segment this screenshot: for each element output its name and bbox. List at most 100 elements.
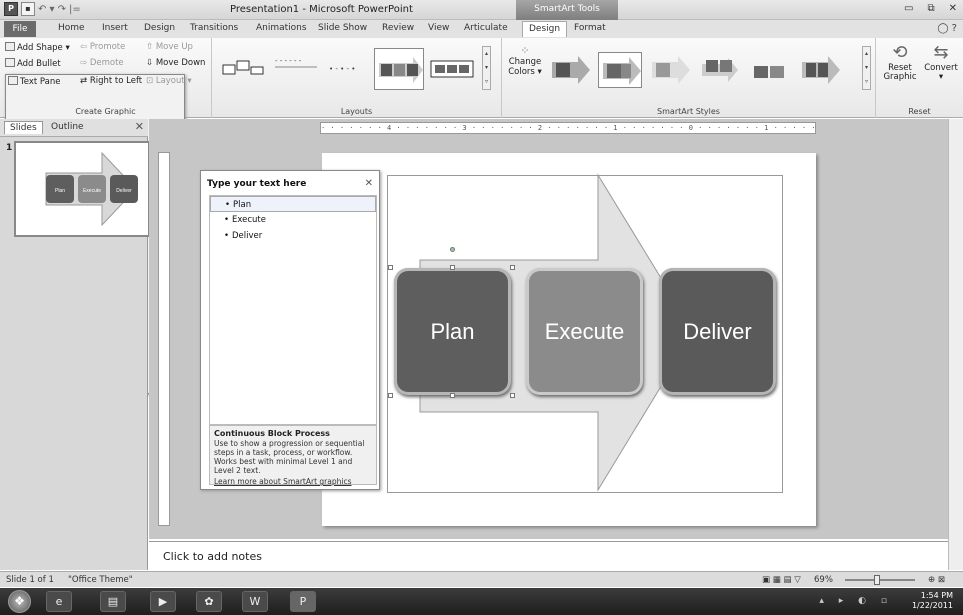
tab-transitions[interactable]: Transitions bbox=[190, 23, 238, 33]
text-pane-close-icon[interactable]: ✕ bbox=[365, 178, 373, 189]
change-colors-button[interactable]: ⁘ Change Colors ▾ bbox=[508, 44, 542, 77]
slide-thumbnail[interactable]: Plan Execute Deliver bbox=[14, 141, 150, 237]
minimize-icon[interactable]: ▭ bbox=[904, 3, 913, 14]
tab-design[interactable]: Design bbox=[144, 23, 175, 33]
window-title: Presentation1 - Microsoft PowerPoint bbox=[230, 4, 413, 15]
rotate-handle[interactable] bbox=[450, 247, 455, 252]
styles-gallery-scroll[interactable]: ▴ ▾ ▿ bbox=[862, 46, 871, 90]
view-buttons[interactable]: ▣ ▦ ▤ ▽ bbox=[762, 575, 801, 585]
smartart-style-1[interactable] bbox=[548, 52, 592, 88]
add-shape-button[interactable]: Add Shape ▾ bbox=[5, 42, 70, 53]
tab-animations[interactable]: Animations bbox=[256, 23, 307, 33]
convert-icon: ⇆ bbox=[933, 42, 949, 63]
convert-button[interactable]: ⇆ Convert ▾ bbox=[922, 42, 960, 82]
internet-explorer-icon[interactable]: e bbox=[46, 591, 72, 612]
tab-home[interactable]: Home bbox=[58, 23, 85, 33]
tab-articulate[interactable]: Articulate bbox=[464, 23, 508, 33]
move-down-button[interactable]: ⇩ Move Down bbox=[146, 58, 205, 68]
layout-option-3[interactable]: • - • - • bbox=[322, 48, 372, 90]
redo-icon[interactable]: ↷ bbox=[58, 4, 66, 15]
tab-smartart-format[interactable]: Format bbox=[574, 23, 606, 33]
smartart-style-4[interactable] bbox=[698, 52, 742, 88]
tab-insert[interactable]: Insert bbox=[102, 23, 128, 33]
promote-button[interactable]: ⇦ Promote bbox=[80, 42, 125, 52]
text-pane-item-deliver[interactable]: Deliver bbox=[210, 228, 376, 244]
powerpoint-icon[interactable]: P bbox=[290, 591, 316, 612]
zoom-slider-thumb[interactable] bbox=[874, 575, 880, 585]
thumb-deliver-label: Deliver bbox=[116, 188, 132, 194]
resize-handle[interactable] bbox=[510, 393, 515, 398]
svg-text:- - - - - -: - - - - - - bbox=[275, 57, 302, 65]
right-to-left-button[interactable]: ⇄ Right to Left bbox=[80, 76, 142, 86]
learn-more-link[interactable]: Learn more about SmartArt graphics bbox=[214, 477, 372, 486]
layout-button[interactable]: ⊡ Layout ▾ bbox=[146, 76, 192, 86]
restore-icon[interactable]: ⧉ bbox=[927, 3, 934, 14]
help-icon[interactable]: ◯ ? bbox=[937, 23, 957, 34]
layout-option-2[interactable]: - - - - - - bbox=[270, 48, 320, 90]
tab-slides[interactable]: Slides bbox=[4, 121, 43, 134]
horizontal-ruler: · · · · · · · 4 · · · · · · · 3 · · · · … bbox=[320, 122, 816, 134]
layout-1-icon bbox=[222, 60, 264, 75]
group-layouts: - - - - - - • - • - • ▴ ▾ ▿ Layouts bbox=[212, 38, 502, 118]
smartart-styles-label: SmartArt Styles bbox=[657, 107, 720, 116]
add-bullet-button[interactable]: Add Bullet bbox=[5, 58, 61, 69]
tab-view[interactable]: View bbox=[428, 23, 449, 33]
zoom-level[interactable]: 69% bbox=[814, 575, 833, 585]
style-2-icon bbox=[603, 57, 641, 85]
paint-icon[interactable]: ✿ bbox=[196, 591, 222, 612]
layouts-label: Layouts bbox=[340, 107, 373, 116]
smartart-style-6[interactable] bbox=[798, 52, 842, 88]
zoom-slider-track[interactable] bbox=[845, 579, 915, 581]
media-player-icon[interactable]: ▶ bbox=[150, 591, 176, 612]
windows-taskbar: ❖ e ▤ ▶ ✿ W P ▴ ▸ ◐ ▫ 1:54 PM 1/22/2011 bbox=[0, 588, 963, 615]
layout-name: Continuous Block Process bbox=[214, 429, 330, 438]
reset-graphic-button[interactable]: ⟲ Reset Graphic bbox=[882, 42, 918, 82]
style-6-icon bbox=[802, 56, 840, 84]
tab-slide-show[interactable]: Slide Show bbox=[318, 23, 367, 33]
pane-close-icon[interactable]: ✕ bbox=[135, 120, 144, 133]
resize-handle[interactable] bbox=[388, 265, 393, 270]
vertical-scrollbar[interactable] bbox=[948, 119, 963, 570]
smartart-block-plan[interactable]: Plan bbox=[394, 268, 511, 395]
text-pane-item-plan[interactable]: Plan bbox=[210, 196, 376, 213]
demote-button[interactable]: ⇨ Demote bbox=[80, 58, 124, 68]
thumb-execute-label: Execute bbox=[83, 188, 101, 194]
smartart-block-execute[interactable]: Execute bbox=[526, 268, 643, 395]
customize-qat-icon[interactable]: |= bbox=[69, 4, 81, 15]
svg-text:• - • - •: • - • - • bbox=[329, 65, 355, 73]
fit-to-window-icon[interactable]: ⊕ ⊠ bbox=[928, 575, 945, 585]
undo-icon[interactable]: ↶ ▾ bbox=[38, 4, 55, 15]
smartart-block-deliver[interactable]: Deliver bbox=[659, 268, 776, 395]
resize-handle[interactable] bbox=[450, 393, 455, 398]
powerpoint-app-icon[interactable]: P bbox=[4, 2, 18, 16]
smartart-style-5[interactable] bbox=[748, 52, 792, 88]
layout-option-continuous-block[interactable] bbox=[374, 48, 424, 90]
word-icon[interactable]: W bbox=[242, 591, 268, 612]
text-pane-list: ⊟ Plan Execute Deliver bbox=[209, 195, 377, 425]
tab-outline[interactable]: Outline bbox=[46, 121, 89, 133]
status-bar: Slide 1 of 1 "Office Theme" ▣ ▦ ▤ ▽ 69% … bbox=[0, 571, 963, 587]
close-icon[interactable]: ✕ bbox=[949, 3, 957, 14]
resize-handle[interactable] bbox=[450, 265, 455, 270]
move-up-button[interactable]: ⇧ Move Up bbox=[146, 42, 193, 52]
style-1-icon bbox=[552, 56, 590, 84]
group-reset: ⟲ Reset Graphic ⇆ Convert ▾ Reset bbox=[876, 38, 963, 118]
save-icon[interactable]: ▪ bbox=[21, 2, 35, 16]
tab-smartart-design[interactable]: Design bbox=[522, 21, 568, 37]
file-explorer-icon[interactable]: ▤ bbox=[100, 591, 126, 612]
start-button[interactable]: ❖ bbox=[8, 590, 31, 613]
tab-review[interactable]: Review bbox=[382, 23, 414, 33]
reset-graphic-icon: ⟲ bbox=[892, 42, 908, 63]
layout-option-5[interactable] bbox=[426, 48, 476, 90]
resize-handle[interactable] bbox=[388, 393, 393, 398]
layout-option-1[interactable] bbox=[218, 48, 268, 90]
tab-file[interactable]: File bbox=[4, 21, 36, 37]
text-pane-item-execute[interactable]: Execute bbox=[210, 212, 376, 228]
layouts-gallery-scroll[interactable]: ▴ ▾ ▿ bbox=[482, 46, 491, 90]
clock[interactable]: 1:54 PM 1/22/2011 bbox=[912, 591, 953, 611]
smartart-style-2[interactable] bbox=[598, 52, 642, 88]
notes-pane[interactable]: Click to add notes bbox=[149, 541, 949, 570]
smartart-style-3[interactable] bbox=[648, 52, 692, 88]
system-tray-icons[interactable]: ▴ ▸ ◐ ▫ bbox=[819, 596, 893, 606]
resize-handle[interactable] bbox=[510, 265, 515, 270]
